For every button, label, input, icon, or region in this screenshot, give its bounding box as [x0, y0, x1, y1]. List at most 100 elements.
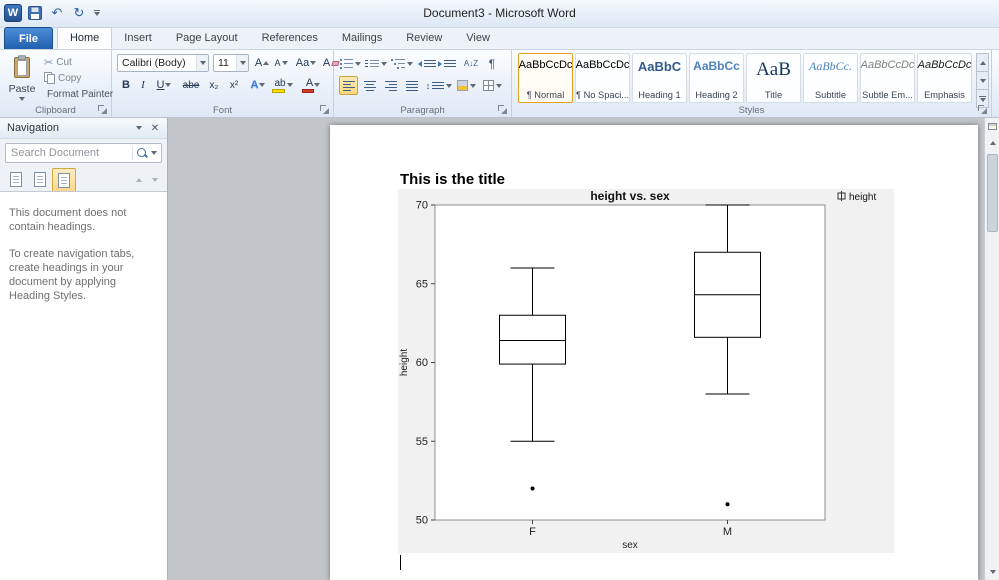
sort-icon: A↓Z	[464, 59, 478, 68]
cut-label: Cut	[56, 57, 72, 68]
style-heading1[interactable]: AaBbC Heading 1	[632, 53, 687, 103]
shrink-font-button[interactable]: A	[272, 54, 290, 72]
chevron-down-icon	[496, 84, 502, 88]
show-formatting-marks-button[interactable]: ¶	[483, 54, 501, 73]
style-preview: AaB	[756, 59, 791, 81]
ribbon: Paste ✂ Cut Copy	[0, 50, 999, 118]
copy-label: Copy	[58, 73, 81, 84]
svg-text:50: 50	[416, 515, 428, 527]
decrease-indent-button[interactable]	[418, 54, 436, 73]
paste-label: Paste	[9, 83, 36, 95]
grow-font-button[interactable]: A	[253, 54, 271, 72]
vertical-scrollbar[interactable]	[984, 118, 999, 580]
numbering-button[interactable]	[364, 54, 388, 73]
highlight-color-swatch	[272, 89, 285, 93]
multilevel-list-button[interactable]	[390, 54, 414, 73]
text-cursor	[400, 555, 401, 570]
scroll-up-button[interactable]	[985, 135, 999, 151]
ruler-toggle-button[interactable]	[985, 118, 999, 134]
style-name: Heading 2	[695, 90, 737, 100]
borders-button[interactable]	[480, 76, 504, 95]
style-name: ¶ Normal	[527, 90, 565, 100]
tab-file[interactable]: File	[4, 27, 53, 49]
chevron-down-icon	[990, 570, 996, 574]
style-no-spacing[interactable]: AaBbCcDc ¶ No Spaci...	[575, 53, 630, 103]
copy-button[interactable]: Copy	[44, 70, 110, 86]
justify-button[interactable]	[402, 76, 421, 95]
font-family-dropdown[interactable]	[196, 55, 208, 71]
tab-review[interactable]: Review	[394, 27, 454, 49]
underline-button[interactable]: U	[152, 76, 176, 94]
font-family-combobox[interactable]: Calibri (Body)	[117, 54, 209, 72]
browse-pages-tab[interactable]	[28, 168, 52, 191]
chevron-down-icon	[282, 61, 288, 65]
style-subtle-emphasis[interactable]: AaBbCcDc Subtle Em...	[860, 53, 915, 103]
style-name: Title	[765, 90, 782, 100]
style-heading2[interactable]: AaBbCc Heading 2	[689, 53, 744, 103]
navigation-tabs	[0, 168, 167, 192]
increase-indent-button[interactable]	[438, 54, 456, 73]
text-effects-button[interactable]: A	[248, 76, 268, 94]
strikethrough-button[interactable]: abe	[179, 76, 203, 94]
chevron-down-icon	[470, 84, 476, 88]
style-preview: AaBbCcDc	[519, 59, 573, 71]
chevron-down-icon	[355, 62, 361, 66]
styles-scroll-up-button[interactable]	[976, 53, 989, 72]
bold-button[interactable]: B	[118, 76, 134, 94]
cut-button[interactable]: ✂ Cut	[44, 54, 110, 70]
styles-group-label: Styles	[512, 105, 991, 116]
svg-text:sex: sex	[622, 540, 638, 551]
search-icon[interactable]	[136, 147, 148, 159]
style-title[interactable]: AaB Title	[746, 53, 801, 103]
navigation-pane-options-button[interactable]	[131, 120, 147, 136]
paste-button[interactable]: Paste	[4, 52, 40, 104]
search-options-dropdown-icon[interactable]	[151, 151, 157, 155]
align-left-icon	[343, 81, 355, 91]
tab-mailings[interactable]: Mailings	[330, 27, 394, 49]
font-size-dropdown[interactable]	[236, 55, 248, 71]
style-emphasis[interactable]: AaBbCcDc Emphasis	[917, 53, 972, 103]
align-right-button[interactable]	[381, 76, 400, 95]
browse-results-tab[interactable]	[52, 168, 76, 191]
tab-page-layout[interactable]: Page Layout	[164, 27, 250, 49]
paste-clipboard-icon	[12, 55, 32, 79]
group-styles: AaBbCcDc ¶ Normal AaBbCcDc ¶ No Spaci...…	[512, 50, 992, 117]
superscript-button[interactable]: x²	[225, 76, 243, 94]
style-normal[interactable]: AaBbCcDc ¶ Normal	[518, 53, 573, 103]
italic-button[interactable]: I	[136, 76, 150, 94]
document-heading-text[interactable]: This is the title	[400, 171, 505, 188]
highlight-color-button[interactable]: ab	[270, 76, 297, 94]
previous-result-button[interactable]	[131, 172, 147, 188]
format-painter-button[interactable]: Format Painter	[44, 86, 110, 102]
align-left-button[interactable]	[339, 76, 358, 95]
tab-home[interactable]: Home	[57, 27, 112, 49]
scroll-down-button[interactable]	[985, 564, 999, 580]
tab-references[interactable]: References	[250, 27, 330, 49]
svg-text:70: 70	[416, 200, 428, 212]
indent-icon	[438, 61, 442, 67]
search-input[interactable]: Search Document	[5, 143, 162, 163]
next-result-button[interactable]	[147, 172, 163, 188]
tab-insert[interactable]: Insert	[112, 27, 164, 49]
change-case-button[interactable]: Aa	[293, 54, 319, 72]
navigation-pane-close-button[interactable]: ✕	[147, 120, 163, 136]
scrollbar-thumb[interactable]	[987, 154, 998, 232]
subscript-button[interactable]: x₂	[205, 76, 223, 94]
embedded-chart[interactable]: height vs. sexheight5055606570heightFMse…	[398, 189, 894, 553]
styles-scroll-down-button[interactable]	[976, 71, 989, 90]
tab-view[interactable]: View	[454, 27, 502, 49]
bullets-button[interactable]	[338, 54, 362, 73]
chevron-down-icon	[446, 84, 452, 88]
font-color-button[interactable]: A	[300, 76, 326, 94]
align-center-button[interactable]	[360, 76, 379, 95]
chevron-down-icon	[980, 79, 986, 83]
browse-headings-tab[interactable]	[4, 168, 28, 191]
font-size-combobox[interactable]: 11	[213, 54, 249, 72]
sort-button[interactable]: A↓Z	[460, 54, 482, 73]
document-page[interactable]: This is the title height vs. sexheight50…	[330, 125, 978, 580]
line-spacing-button[interactable]: ↕	[426, 76, 452, 95]
paragraph-group-label: Paragraph	[334, 105, 511, 116]
style-subtitle[interactable]: AaBbCc. Subtitle	[803, 53, 858, 103]
shading-button[interactable]	[454, 76, 478, 95]
style-name: Emphasis	[924, 90, 965, 100]
